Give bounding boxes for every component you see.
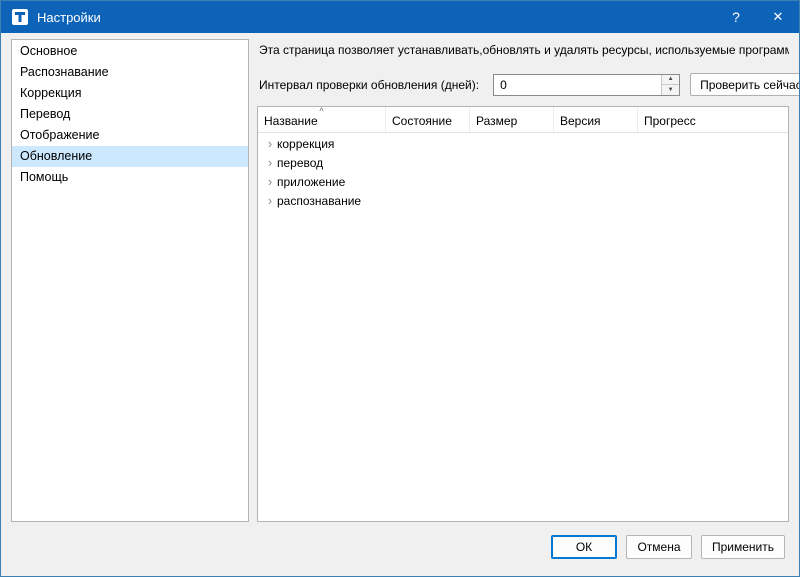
- settings-window: Настройки ? ✕ Основное Распознавание Кор…: [0, 0, 800, 577]
- spinner-buttons: ▲ ▼: [661, 74, 680, 95]
- expand-chevron-icon[interactable]: ›: [263, 156, 277, 169]
- column-header-state[interactable]: Состояние: [386, 107, 470, 132]
- sort-ascending-icon: ^: [319, 106, 324, 116]
- update-interval-row: Интервал проверки обновления (дней): ▲ ▼…: [259, 73, 799, 96]
- column-header-name-label: Название: [264, 114, 318, 128]
- settings-category-list: Основное Распознавание Коррекция Перевод…: [11, 39, 249, 522]
- sidebar-item-general[interactable]: Основное: [12, 41, 248, 62]
- sidebar-item-update[interactable]: Обновление: [12, 146, 248, 167]
- apply-button[interactable]: Применить: [700, 535, 785, 559]
- column-header-name[interactable]: ^ Название: [258, 107, 386, 132]
- table-header-row: ^ Название Состояние Размер Версия Прогр…: [258, 107, 788, 133]
- tree-row-recognition[interactable]: › распознавание: [258, 191, 788, 210]
- tree-row-label: распознавание: [277, 193, 362, 208]
- tree-row-label: перевод: [277, 155, 324, 170]
- expand-chevron-icon[interactable]: ›: [263, 175, 277, 188]
- tree-row-label: приложение: [277, 174, 346, 189]
- titlebar: Настройки ? ✕: [1, 1, 799, 33]
- tree-row-correction[interactable]: › коррекция: [258, 134, 788, 153]
- sidebar-item-recognition[interactable]: Распознавание: [12, 62, 248, 83]
- expand-chevron-icon[interactable]: ›: [263, 194, 277, 207]
- resources-table: ^ Название Состояние Размер Версия Прогр…: [257, 106, 789, 522]
- update-interval-spinbox: ▲ ▼: [493, 73, 681, 96]
- spin-down-icon[interactable]: ▼: [662, 84, 680, 95]
- tree-row-translation[interactable]: › перевод: [258, 153, 788, 172]
- close-icon[interactable]: ✕: [757, 1, 799, 33]
- column-header-size[interactable]: Размер: [470, 107, 554, 132]
- app-icon: [11, 8, 29, 26]
- update-settings-panel: Эта страница позволяет устанавливать,обн…: [257, 39, 799, 522]
- update-interval-input[interactable]: [494, 74, 662, 95]
- ok-button[interactable]: ОК: [550, 535, 617, 559]
- check-now-button[interactable]: Проверить сейчас: [690, 73, 799, 96]
- table-body: › коррекция › перевод › приложение › рас…: [258, 133, 788, 521]
- sidebar-item-translation[interactable]: Перевод: [12, 104, 248, 125]
- page-description: Эта страница позволяет устанавливать,обн…: [259, 43, 789, 57]
- tree-row-application[interactable]: › приложение: [258, 172, 788, 191]
- sidebar-item-help[interactable]: Помощь: [12, 167, 248, 188]
- tree-row-label: коррекция: [277, 136, 335, 151]
- cancel-button[interactable]: Отмена: [625, 535, 692, 559]
- window-title: Настройки: [37, 9, 101, 25]
- sidebar-item-correction[interactable]: Коррекция: [12, 83, 248, 104]
- column-header-progress-label: Прогресс: [644, 114, 696, 128]
- column-header-size-label: Размер: [476, 114, 518, 128]
- spin-up-icon[interactable]: ▲: [662, 74, 680, 84]
- help-icon[interactable]: ?: [715, 1, 757, 33]
- sidebar-item-display[interactable]: Отображение: [12, 125, 248, 146]
- column-header-version-label: Версия: [560, 114, 601, 128]
- dialog-body: Основное Распознавание Коррекция Перевод…: [1, 33, 799, 526]
- update-interval-label: Интервал проверки обновления (дней):: [259, 77, 480, 92]
- expand-chevron-icon[interactable]: ›: [263, 137, 277, 150]
- dialog-footer: ОК Отмена Применить: [1, 526, 799, 576]
- column-header-state-label: Состояние: [392, 114, 452, 128]
- column-header-version[interactable]: Версия: [554, 107, 638, 132]
- column-header-progress[interactable]: Прогресс: [638, 107, 788, 132]
